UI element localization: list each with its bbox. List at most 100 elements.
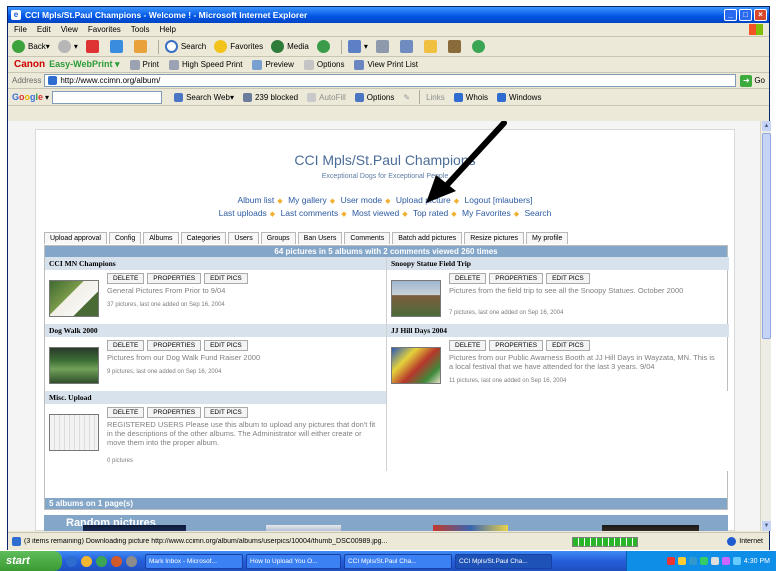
delete-button[interactable]: DELETE (449, 340, 487, 351)
properties-button[interactable]: PROPERTIES (147, 273, 202, 284)
nav-search[interactable]: Search (524, 208, 551, 218)
nav-my-favorites[interactable]: My Favorites (462, 208, 511, 218)
quicklaunch-icon[interactable] (126, 555, 137, 567)
delete-button[interactable]: DELETE (107, 273, 145, 284)
media-button[interactable]: Media (271, 40, 309, 53)
favorites-button[interactable]: Favorites (214, 40, 263, 53)
random-thumbnail[interactable] (83, 525, 186, 531)
nav-last-uploads[interactable]: Last uploads (219, 208, 267, 218)
history-button[interactable] (316, 40, 333, 53)
tray-icon[interactable] (732, 557, 741, 565)
menu-file[interactable]: File (14, 25, 27, 34)
refresh-button[interactable] (109, 40, 126, 53)
tab-comments[interactable]: Comments (344, 232, 391, 244)
album-thumbnail[interactable] (49, 347, 99, 384)
tab-albums[interactable]: Albums (143, 232, 179, 244)
nav-last-comments[interactable]: Last comments (281, 208, 339, 218)
back-button[interactable]: Back ▾ (12, 40, 50, 53)
edit-pics-button[interactable]: EDIT PICS (204, 340, 248, 351)
minimize-button[interactable]: _ (724, 9, 737, 21)
start-button[interactable]: start (0, 551, 62, 571)
menu-favorites[interactable]: Favorites (88, 25, 121, 34)
edit-pics-button[interactable]: EDIT PICS (204, 273, 248, 284)
highlight-icon[interactable]: ✎ (403, 93, 410, 102)
menu-edit[interactable]: Edit (37, 25, 51, 34)
menu-tools[interactable]: Tools (131, 25, 150, 34)
mail-button[interactable]: ▾ (347, 40, 368, 53)
tab-groups[interactable]: Groups (260, 232, 296, 244)
folder-button[interactable] (423, 40, 440, 53)
album-thumbnail[interactable] (391, 347, 441, 384)
ie-quicklaunch-icon[interactable] (66, 555, 77, 567)
nav-logout[interactable]: Logout [mlaubers] (464, 195, 532, 205)
media-quicklaunch-icon[interactable] (111, 555, 122, 567)
search-button[interactable]: Search (164, 40, 206, 53)
random-thumbnail[interactable] (433, 525, 508, 531)
album-title[interactable]: CCI MN Champions (45, 257, 386, 270)
properties-button[interactable]: PROPERTIES (489, 340, 544, 351)
clock[interactable]: 4:30 PM (744, 558, 770, 565)
high-speed-print-button[interactable]: High Speed Print (168, 59, 242, 70)
tray-icon[interactable] (688, 557, 697, 565)
tab-resize-pictures[interactable]: Resize pictures (464, 232, 525, 244)
properties-button[interactable]: PROPERTIES (147, 340, 202, 351)
taskbar-item[interactable]: Mark Inbox - Microsof... (145, 553, 243, 569)
scroll-up-icon[interactable]: ▲ (762, 121, 771, 131)
print-button[interactable] (375, 40, 392, 53)
nav-user-mode[interactable]: User mode (341, 195, 383, 205)
google-dropdown-icon[interactable]: ▾ (45, 93, 49, 102)
desktop-quicklaunch-icon[interactable] (96, 555, 107, 567)
tray-icon[interactable] (666, 557, 675, 565)
taskbar-item-active[interactable]: CCI Mpls/St.Paul Cha... (455, 553, 552, 569)
properties-button[interactable]: PROPERTIES (147, 407, 202, 418)
random-thumbnail[interactable] (602, 525, 699, 531)
google-logo[interactable]: Google (12, 92, 43, 102)
tray-icon[interactable] (721, 557, 730, 565)
windows-link[interactable]: Windows (497, 92, 541, 102)
edit-pics-button[interactable]: EDIT PICS (546, 340, 590, 351)
search-web-button[interactable]: Search Web ▾ (174, 92, 234, 102)
album-title[interactable]: Misc. Upload (45, 391, 386, 404)
title-bar[interactable]: e CCI Mpls/St.Paul Champions - Welcome !… (8, 7, 769, 23)
autofill-button[interactable]: AutoFill (307, 92, 346, 102)
stop-button[interactable] (85, 40, 102, 53)
tab-categories[interactable]: Categories (180, 232, 227, 244)
album-title[interactable]: Snoopy Statue Field Trip (387, 257, 729, 270)
address-input[interactable]: http://www.ccimn.org/album/ (44, 74, 737, 87)
scroll-thumb[interactable] (762, 133, 771, 339)
google-search-input[interactable] (52, 90, 163, 104)
taskbar-item[interactable]: How to Upload You O... (246, 553, 341, 569)
maximize-button[interactable]: □ (739, 9, 752, 21)
tab-users[interactable]: Users (228, 232, 259, 244)
tab-upload-approval[interactable]: Upload approval (44, 232, 107, 244)
album-thumbnail[interactable] (49, 414, 99, 451)
easy-webprint-menu[interactable]: Easy-WebPrint ▾ (49, 59, 119, 70)
delete-button[interactable]: DELETE (107, 340, 145, 351)
nav-most-viewed[interactable]: Most viewed (352, 208, 399, 218)
home-button[interactable] (133, 40, 150, 53)
nav-my-gallery[interactable]: My gallery (288, 195, 327, 205)
tab-config[interactable]: Config (108, 232, 142, 244)
delete-button[interactable]: DELETE (449, 273, 487, 284)
nav-upload-picture[interactable]: Upload picture (396, 195, 451, 205)
canon-preview-button[interactable]: Preview (252, 59, 294, 70)
tray-icon[interactable] (699, 557, 708, 565)
whois-link[interactable]: Whois (453, 92, 488, 102)
nav-album-list[interactable]: Album list (237, 195, 274, 205)
forward-button[interactable]: ▾ (57, 40, 78, 53)
album-thumbnail[interactable] (391, 280, 441, 317)
album-title[interactable]: Dog Walk 2000 (45, 324, 386, 337)
menu-view[interactable]: View (61, 25, 78, 34)
album-title[interactable]: JJ Hill Days 2004 (387, 324, 729, 337)
google-options-button[interactable]: Options (354, 92, 394, 102)
canon-options-button[interactable]: Options (303, 59, 344, 70)
tray-icon[interactable] (710, 557, 719, 565)
scroll-down-icon[interactable]: ▼ (762, 521, 771, 531)
close-button[interactable]: × (754, 9, 767, 21)
album-thumbnail[interactable] (49, 280, 99, 317)
view-print-list-button[interactable]: View Print List (354, 59, 418, 70)
random-thumbnail[interactable] (266, 525, 341, 531)
edit-button[interactable] (399, 40, 416, 53)
tab-my-profile[interactable]: My profile (526, 232, 569, 244)
edit-pics-button[interactable]: EDIT PICS (546, 273, 590, 284)
